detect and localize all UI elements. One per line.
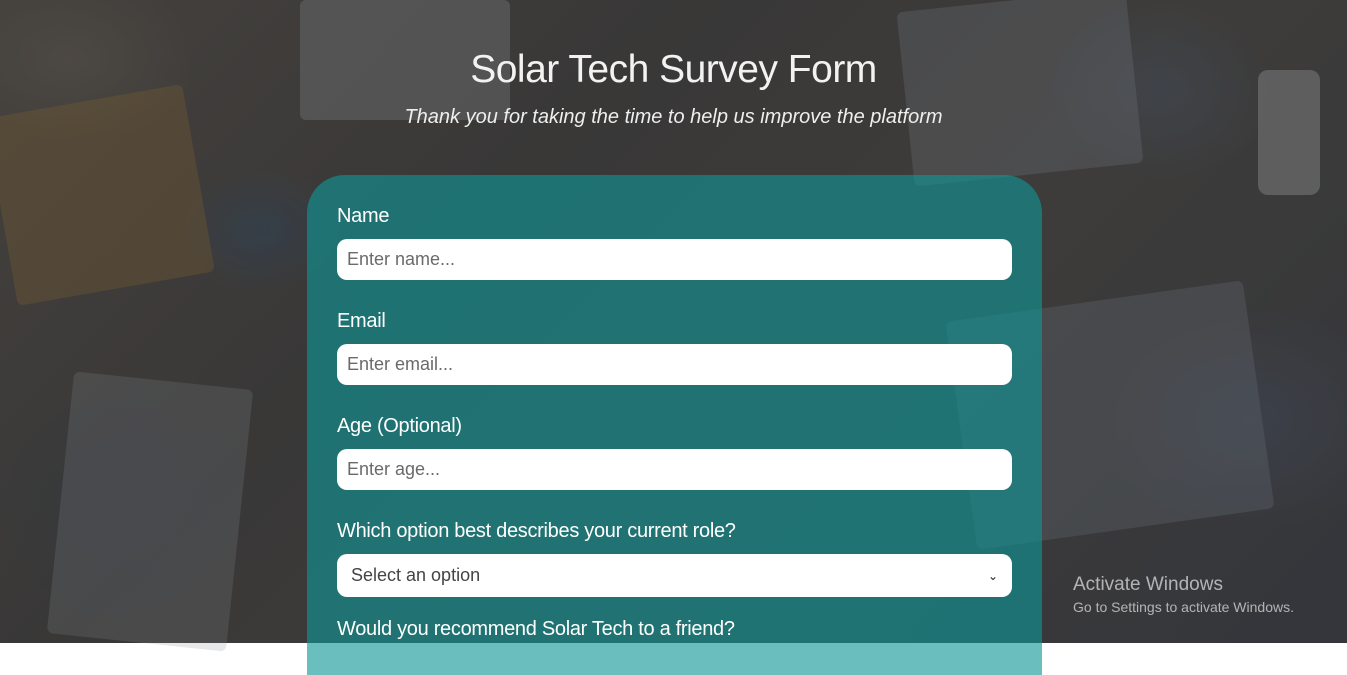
email-label: Email [337,310,386,333]
page-subtitle: Thank you for taking the time to help us… [0,106,1347,129]
email-input[interactable] [337,344,1012,385]
role-label: Which option best describes your current… [337,520,736,543]
survey-form: Name Email Age (Optional) Which option b… [307,175,1042,675]
role-select-value: Select an option [351,565,480,586]
watermark-subtitle: Go to Settings to activate Windows. [1073,599,1294,615]
chevron-down-icon: ⌄ [988,569,998,583]
recommend-label: Would you recommend Solar Tech to a frie… [337,618,735,641]
activate-windows-watermark: Activate Windows Go to Settings to activ… [1073,574,1294,615]
watermark-title: Activate Windows [1073,574,1294,596]
age-input[interactable] [337,449,1012,490]
page-title: Solar Tech Survey Form [0,48,1347,92]
page-header: Solar Tech Survey Form Thank you for tak… [0,48,1347,129]
name-input[interactable] [337,239,1012,280]
role-select[interactable]: Select an option ⌄ [337,554,1012,597]
age-label: Age (Optional) [337,415,462,438]
name-label: Name [337,205,389,228]
